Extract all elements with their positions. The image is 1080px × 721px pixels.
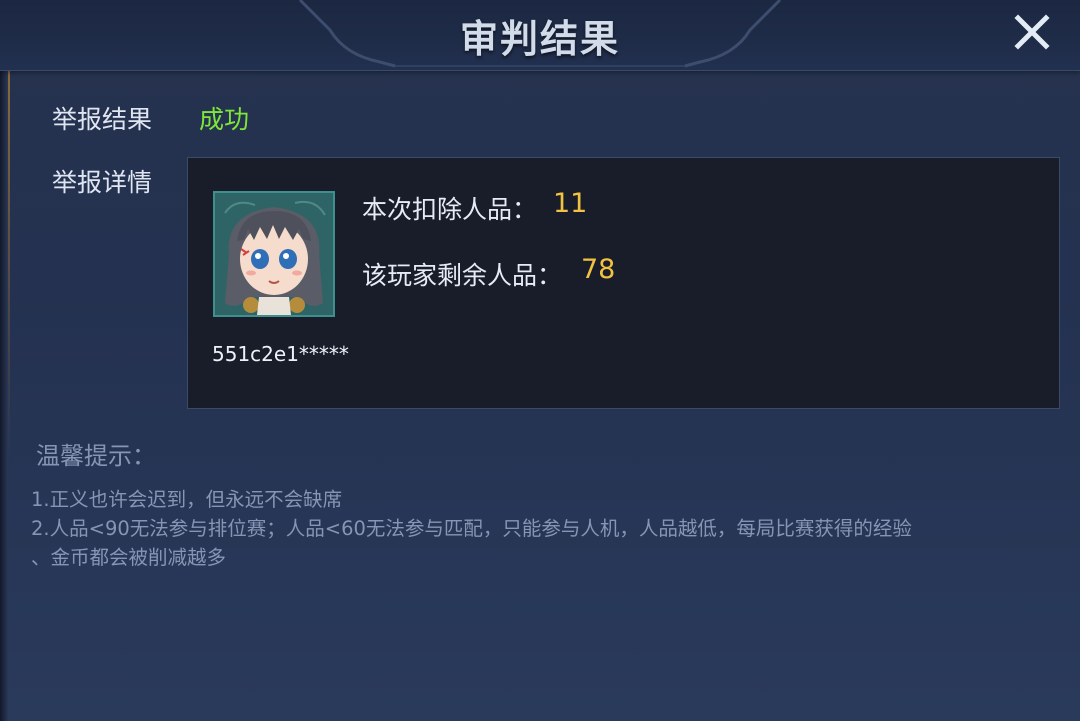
deducted-karma-label: 本次扣除人品：	[362, 195, 538, 224]
tip-line-1: 1.正义也许会迟到，但永远不会缺席	[31, 488, 343, 511]
remaining-karma-value: 78	[581, 254, 616, 285]
player-avatar	[213, 191, 335, 317]
dialog-title: 审判结果	[459, 17, 620, 61]
player-avatar-icon	[215, 193, 333, 315]
player-id: 551c2e1*****	[212, 342, 349, 366]
report-result-label: 举报结果	[52, 105, 153, 134]
close-button[interactable]	[1010, 10, 1054, 54]
remaining-karma-label: 该玩家剩余人品：	[362, 261, 563, 290]
tips-title: 温馨提示：	[36, 442, 156, 470]
report-details-label: 举报详情	[52, 168, 153, 197]
dialog-header: 审判结果	[0, 0, 1080, 71]
tip-line-3: 、金币都会被削减越多	[31, 546, 227, 569]
report-result-value: 成功	[199, 105, 250, 134]
deducted-karma-value: 11	[553, 188, 588, 219]
dialog-gold-trim	[8, 70, 10, 721]
tip-line-2: 2.人品<90无法参与排位赛；人品<60无法参与匹配，只能参与人机，人品越低，每…	[31, 517, 912, 540]
judgement-dialog: 审判结果 举报结果 成功 举报详情 551c2e1***** 本次扣除人品： 1…	[0, 0, 1080, 721]
close-icon	[1014, 14, 1050, 50]
dialog-left-edge	[0, 0, 8, 721]
